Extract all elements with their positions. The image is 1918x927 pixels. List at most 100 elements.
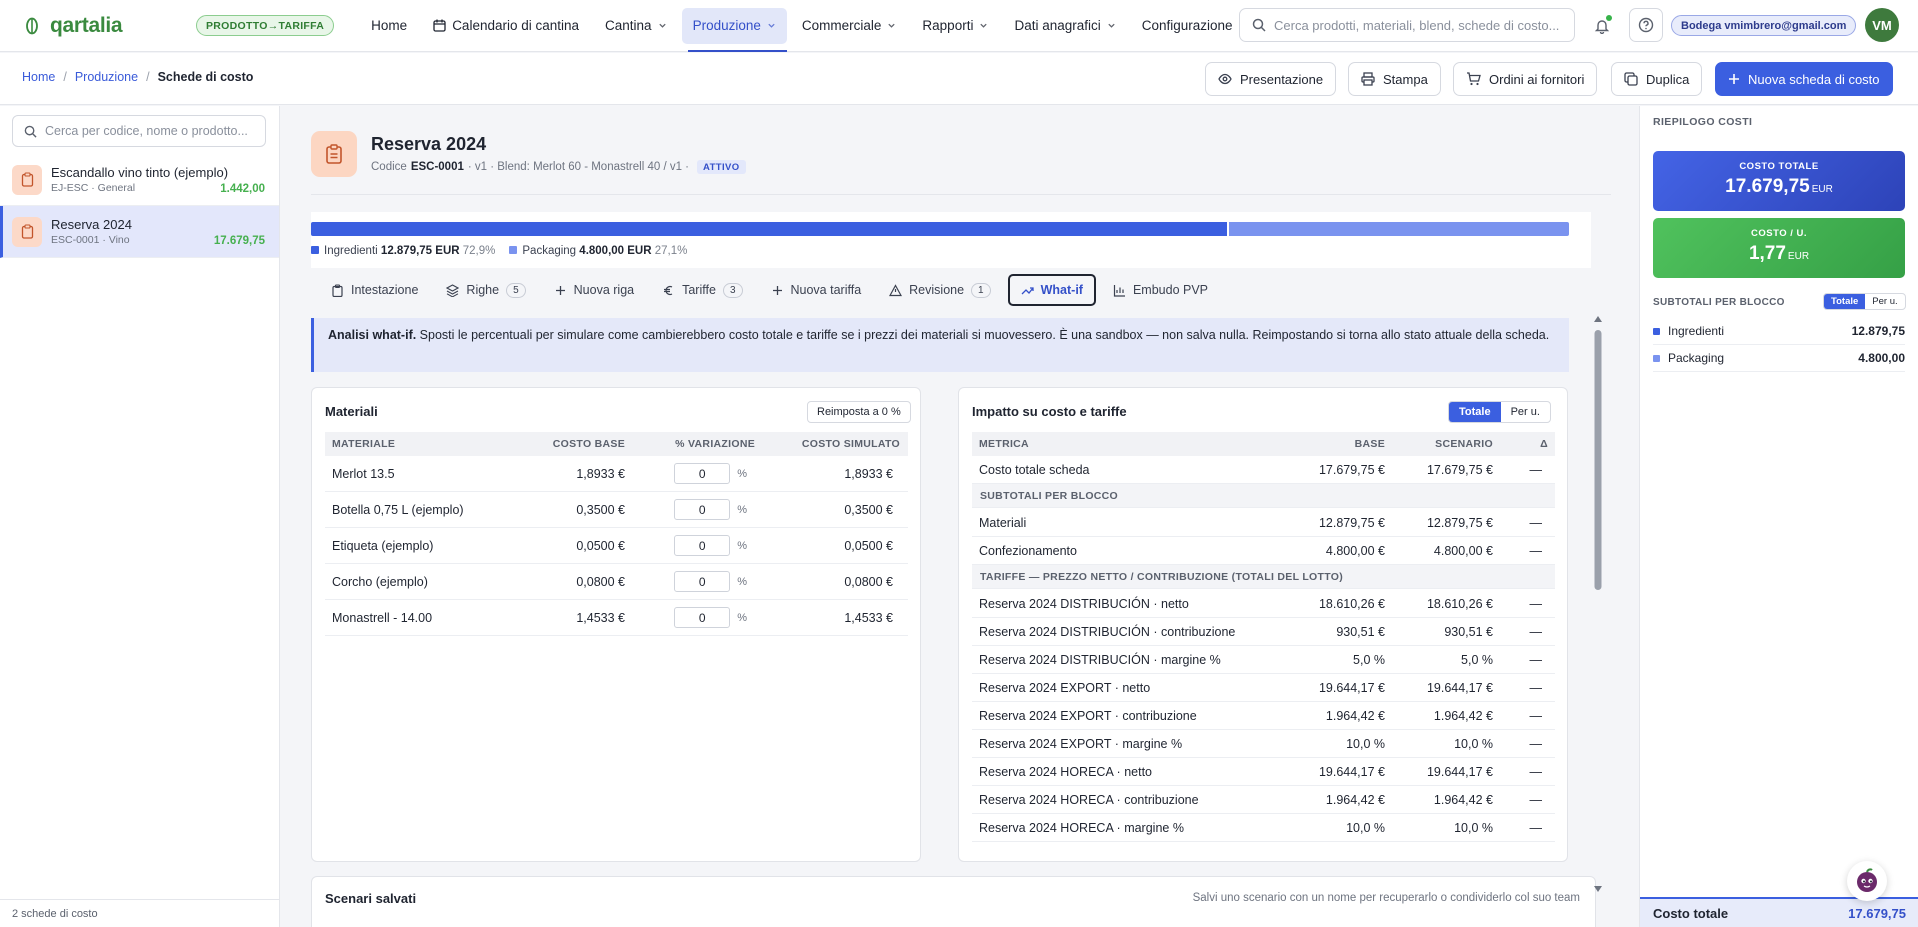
reset-button[interactable]: Reimposta a 0 %: [807, 401, 911, 423]
col-variation: % VARIAZIONE: [675, 438, 755, 450]
nav-item-rapporti[interactable]: Rapporti: [911, 8, 999, 44]
material-row: Botella 0,75 L (ejemplo) 0,3500 €% 0,3500 …: [325, 492, 908, 528]
subtotal-swatch: [1653, 327, 1660, 335]
cart-icon: [1467, 72, 1481, 86]
tab-righe[interactable]: Righe 5: [435, 274, 536, 306]
cost-sheet-sidebar: Escandallo vino tinto (ejemplo)EJ-ESC · …: [0, 106, 280, 927]
material-simulated-cost: 0,3500 €: [844, 502, 893, 517]
tab-count-badge: 5: [506, 282, 526, 298]
percent-sign: %: [737, 467, 747, 480]
mode-badge[interactable]: PRODOTTO→TARIFFA: [196, 15, 335, 36]
impact-base: 19.644,17 €: [1318, 680, 1385, 695]
main-nav: Home Calendario di cantina Cantina Produzio…: [360, 0, 1262, 52]
breadcrumb-home[interactable]: Home: [22, 70, 55, 84]
help-icon: [1638, 17, 1654, 33]
assistant-fab[interactable]: [1847, 861, 1887, 901]
variation-input[interactable]: [674, 499, 731, 520]
sidebar-search[interactable]: [12, 115, 266, 147]
breakdown-legend: Ingredienti 12.879,75 EUR 72,9% Packagin…: [311, 245, 687, 257]
tab-label: Righe: [466, 283, 500, 297]
variation-input[interactable]: [674, 463, 731, 484]
nav-item-commerciale[interactable]: Commerciale: [791, 8, 908, 44]
divider: [311, 194, 1611, 195]
help-button[interactable]: [1629, 8, 1663, 42]
user-chip[interactable]: Bodega vmimbrero@gmail.com: [1671, 15, 1857, 36]
tab-tariffe[interactable]: Tariffe 3: [651, 274, 753, 306]
bar-chart-icon: [1113, 284, 1125, 297]
toggle-total[interactable]: Totale: [1449, 402, 1501, 422]
search-icon: [1252, 18, 1266, 32]
breadcrumb-section[interactable]: Produzione: [75, 70, 138, 84]
sidebar-search-input[interactable]: [45, 124, 255, 138]
avatar[interactable]: VM: [1865, 8, 1899, 42]
percent-sign: %: [737, 503, 747, 516]
packaging-segment: [1227, 222, 1569, 236]
impact-base: 5,0 %: [1353, 652, 1385, 667]
tab-nuova-tariffa[interactable]: Nuova tariffa: [760, 274, 873, 306]
impact-row: Materiali 12.879,75 € 12.879,75 € —: [972, 509, 1555, 537]
variation-input[interactable]: [674, 607, 731, 628]
tab-revisione[interactable]: Revisione 1: [878, 274, 1001, 306]
col-simulated-cost: COSTO SIMULATO: [801, 438, 900, 450]
sidebar-item-reserva-2024[interactable]: Reserva 2024 ESC-0001 · Vino 17.679,75: [0, 206, 279, 258]
toggle-per-unit[interactable]: Per u.: [1501, 402, 1550, 422]
layers-icon: [446, 283, 460, 297]
tab-nuova-riga[interactable]: Nuova riga: [543, 274, 645, 306]
cost-breakdown: Ingredienti 12.879,75 EUR 72,9% Packagin…: [311, 212, 1591, 268]
supplier-orders-button[interactable]: Ordini ai fornitori: [1453, 62, 1598, 96]
material-name: Merlot 13.5: [332, 466, 395, 481]
tab-bar: Intestazione Righe 5 Nuova riga Tariffe 3 Nuov…: [320, 274, 1225, 306]
print-button[interactable]: Stampa: [1348, 62, 1441, 96]
impact-delta: —: [1529, 792, 1543, 807]
impact-metric: Reserva 2024 EXPORT · contribuzione: [979, 708, 1197, 723]
impact-card: Impatto su costo e tariffe Totale Per u.…: [958, 387, 1568, 862]
tab-count-badge: 1: [971, 282, 991, 298]
toggle-total[interactable]: Totale: [1824, 294, 1866, 309]
impact-row: Reserva 2024 DISTRIBUCIÓN · netto 18.610,…: [972, 590, 1555, 618]
new-cost-sheet-button[interactable]: Nuova scheda di costo: [1715, 62, 1893, 96]
impact-delta: —: [1529, 652, 1543, 667]
nav-item-calendario-di-cantina[interactable]: Calendario di cantina: [422, 8, 590, 44]
app-name: qartalia: [50, 13, 123, 37]
chevron-down-icon: [767, 21, 776, 30]
impact-metric: Reserva 2024 EXPORT · margine %: [979, 736, 1183, 751]
tab-label: Tariffe: [682, 283, 716, 297]
leaf-logo-icon: [26, 17, 38, 34]
sidebar-item-escandallo-vino-tinto-ejemplo[interactable]: Escandallo vino tinto (ejemplo) EJ-ESC · …: [0, 154, 279, 206]
copy-icon: [1624, 72, 1638, 86]
document-header: Reserva 2024 Codice ESC-0001 · v1 · Blen…: [311, 126, 1611, 182]
tab-what-if[interactable]: What-if: [1007, 274, 1096, 306]
search-icon: [24, 125, 37, 138]
tab-label: Embudo PVP: [1132, 283, 1209, 297]
code-label: Codice: [371, 161, 407, 173]
cost-summary-panel: RIEPILOGO COSTI COSTO TOTALE 17.679,75 EU…: [1639, 106, 1918, 927]
tab-label: Revisione: [909, 283, 965, 297]
cost-breakdown-bar: [311, 222, 1569, 236]
global-search-input[interactable]: [1274, 17, 1564, 33]
nav-item-dati-anagrafici[interactable]: Dati anagrafici: [1003, 8, 1126, 44]
impact-scenario: 19.644,17 €: [1426, 764, 1493, 779]
notifications-button[interactable]: [1588, 12, 1616, 40]
nav-item-home[interactable]: Home: [360, 8, 418, 44]
nav-item-produzione[interactable]: Produzione: [681, 7, 788, 52]
subtotal-row: Packaging 4.800,00: [1653, 345, 1905, 372]
duplicate-button[interactable]: Duplica: [1611, 62, 1703, 96]
logo[interactable]: qartalia: [24, 14, 172, 38]
unit-cost-card: COSTO / U. 1,77 EUR: [1653, 218, 1905, 278]
content-scrollbar[interactable]: [1593, 314, 1603, 894]
saved-scenarios-hint: Salvi uno scenario con un nome per recup…: [1192, 892, 1580, 904]
legend-ingredients: Ingredienti 12.879,75 EUR 72,9%: [311, 245, 495, 257]
global-search[interactable]: [1239, 8, 1575, 42]
variation-input[interactable]: [674, 535, 731, 556]
variation-input[interactable]: [674, 571, 731, 592]
presentation-button[interactable]: Presentazione: [1205, 62, 1337, 96]
footer-label: Costo totale: [1653, 905, 1729, 921]
tab-intestazione[interactable]: Intestazione: [320, 274, 429, 306]
tab-embudo-pvp[interactable]: Embudo PVP: [1102, 274, 1219, 306]
material-simulated-cost: 0,0800 €: [844, 574, 893, 589]
toggle-per-unit[interactable]: Per u.: [1865, 294, 1904, 309]
nav-item-cantina[interactable]: Cantina: [594, 8, 678, 44]
sidebar-item-title: Escandallo vino tinto (ejemplo): [51, 165, 229, 180]
info-text: Sposti le percentuali per simulare come …: [416, 328, 1550, 342]
impact-delta: —: [1529, 764, 1543, 779]
